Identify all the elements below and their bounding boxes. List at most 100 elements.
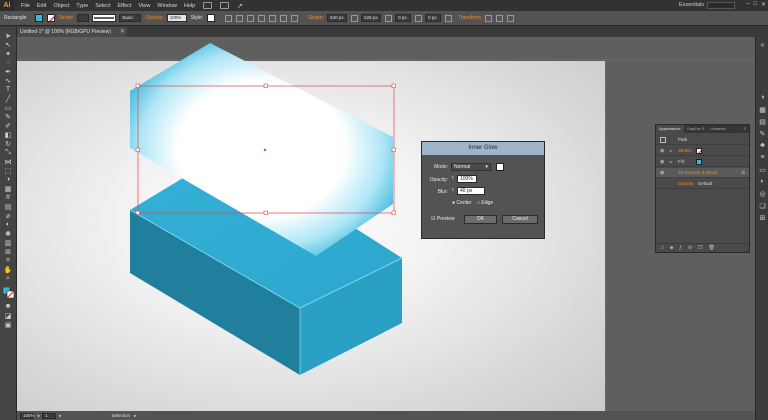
width-field[interactable]: 640 px	[327, 14, 348, 22]
send-icon[interactable]: ➚	[237, 2, 243, 10]
expand-arrow-icon[interactable]: ▸	[670, 146, 672, 156]
add-effect-icon[interactable]: ƒ	[679, 245, 682, 251]
close-document-button[interactable]: ✕	[120, 27, 125, 37]
visibility-eye-icon[interactable]: ◉	[660, 157, 664, 167]
opacity-label[interactable]: Opacity:	[145, 15, 163, 21]
lasso-tool-icon[interactable]: ◌	[3, 58, 13, 67]
menu-file[interactable]: File	[21, 3, 30, 9]
artboards-panel-icon[interactable]: ⊞	[758, 213, 767, 222]
artboard-number-field[interactable]: 1	[42, 412, 57, 419]
symbols-panel-icon[interactable]: ♣	[758, 141, 767, 150]
drawing-mode-icon[interactable]: ◪	[3, 311, 13, 320]
help-search-input[interactable]	[707, 2, 735, 9]
shaper-tool-icon[interactable]: ✐	[3, 121, 13, 130]
swatches-panel-icon[interactable]: ▤	[758, 117, 767, 126]
minimize-button[interactable]: –	[746, 1, 749, 8]
scale-tool-icon[interactable]: ⤡	[3, 148, 13, 157]
menu-type[interactable]: Type	[76, 3, 88, 9]
panel-menu-icon[interactable]	[506, 14, 514, 22]
stroke-label[interactable]: Stroke:	[678, 146, 692, 156]
type-tool-icon[interactable]: T	[3, 85, 13, 94]
workspace-switcher[interactable]: Essentials	[679, 2, 704, 8]
fill-stroke-icon[interactable]	[3, 287, 14, 298]
clear-appearance-icon[interactable]: ⊘	[688, 245, 692, 251]
selection-tool-icon[interactable]: ➤	[3, 31, 13, 40]
glow-color-swatch[interactable]	[496, 163, 504, 171]
perspective-grid-tool-icon[interactable]: ▦	[3, 184, 13, 193]
stroke-profile-field[interactable]	[92, 14, 117, 22]
align-center-icon[interactable]	[247, 14, 255, 22]
height-field[interactable]: 526 px	[361, 14, 382, 22]
ok-button[interactable]: OK	[464, 215, 497, 224]
fill-swatch[interactable]	[34, 14, 43, 22]
gradient-panel-icon[interactable]: ▭	[758, 165, 767, 174]
gradient-tool-icon[interactable]: ▤	[3, 202, 13, 211]
opacity-field[interactable]: 100%	[166, 14, 187, 22]
opacity-stepper-icon[interactable]: ⇕	[451, 175, 455, 183]
center-radio[interactable]: ● Center	[452, 200, 471, 206]
visibility-eye-icon[interactable]: ◉	[660, 146, 664, 156]
align-middle-icon[interactable]	[280, 14, 288, 22]
opacity-label[interactable]: Opacity:	[678, 179, 695, 189]
line-tool-icon[interactable]: ╱	[3, 94, 13, 103]
brush-style-field[interactable]: Basic	[119, 14, 142, 22]
align-right-icon[interactable]	[258, 14, 266, 22]
menu-window[interactable]: Window	[157, 3, 177, 9]
cancel-button[interactable]: Cancel	[502, 215, 538, 224]
appearance-panel-icon[interactable]: ◎	[758, 189, 767, 198]
opacity-input[interactable]: 100%	[457, 175, 477, 183]
isolate-object-icon[interactable]	[495, 14, 503, 22]
menu-edit[interactable]: Edit	[37, 3, 46, 9]
shape-label[interactable]: Shape:	[308, 15, 324, 21]
rectangle-tool-icon[interactable]: ▭	[3, 103, 13, 112]
panel-menu-icon[interactable]: ≡	[744, 125, 749, 133]
x-field[interactable]: 0 px	[395, 14, 412, 22]
corner-type-icon[interactable]	[385, 14, 393, 22]
appearance-opacity-row[interactable]: Opacity: Default	[656, 179, 749, 189]
blend-tool-icon[interactable]: ◐	[3, 220, 13, 229]
zoom-tool-icon[interactable]: ⌕	[3, 274, 13, 283]
close-window-button[interactable]: ✕	[761, 1, 766, 8]
stroke-weight-field[interactable]	[77, 14, 90, 22]
curvature-tool-icon[interactable]: ∿	[3, 76, 13, 85]
column-graph-tool-icon[interactable]: ▥	[3, 238, 13, 247]
menu-view[interactable]: View	[138, 3, 150, 9]
scale-corners-icon[interactable]	[445, 14, 453, 22]
arrange-documents-icon[interactable]	[220, 2, 230, 9]
shape-builder-tool-icon[interactable]: ◑	[3, 175, 13, 184]
appearance-effect-row[interactable]: ◉ 3D Extrude & Bevel fx	[656, 168, 749, 178]
blend-mode-select[interactable]: Normal ▾	[451, 163, 491, 171]
paintbrush-tool-icon[interactable]: ✎	[3, 112, 13, 121]
bridge-icon[interactable]	[203, 2, 213, 9]
artwork[interactable]	[17, 37, 755, 411]
stroke-panel-icon[interactable]: ≡	[758, 153, 767, 162]
free-transform-tool-icon[interactable]: ⬚	[3, 166, 13, 175]
magic-wand-tool-icon[interactable]: ✦	[3, 49, 13, 58]
tab-libraries[interactable]: Libraries	[707, 125, 728, 133]
blur-stepper-icon[interactable]: ⇕	[451, 187, 455, 195]
corner-radius-icon[interactable]	[415, 14, 423, 22]
stroke-none-swatch[interactable]	[696, 148, 702, 154]
current-tool-status[interactable]: Selection	[112, 413, 131, 418]
appearance-stroke-row[interactable]: ◉ ▸ Stroke:	[656, 146, 749, 156]
width-tool-icon[interactable]: ⋈	[3, 157, 13, 166]
delete-item-icon[interactable]: 🗑	[709, 245, 715, 251]
zoom-field[interactable]: 100%	[20, 412, 35, 419]
link-proportions-icon[interactable]	[351, 14, 359, 22]
stroke-swatch[interactable]	[46, 14, 55, 22]
screen-mode-icon[interactable]: ▣	[3, 320, 13, 329]
color-mode-icon[interactable]: ■	[3, 302, 13, 311]
maximize-button[interactable]: □	[753, 1, 757, 8]
expand-arrow-icon[interactable]: ▸	[670, 157, 672, 167]
add-stroke-icon[interactable]: □	[661, 245, 664, 251]
recolor-icon[interactable]	[225, 14, 233, 22]
layers-panel-icon[interactable]: ❏	[758, 201, 767, 210]
duplicate-item-icon[interactable]: ❐	[698, 245, 702, 251]
color-panel-icon[interactable]: ◑	[758, 93, 767, 102]
fill-label[interactable]: Fill:	[678, 157, 685, 167]
menu-select[interactable]: Select	[95, 3, 110, 9]
menu-object[interactable]: Object	[53, 3, 69, 9]
brushes-panel-icon[interactable]: ✎	[758, 129, 767, 138]
document-tab[interactable]: Untitled-1* @ 100% (RGB/GPU Preview) ✕	[17, 27, 127, 37]
y-field[interactable]: 0 px	[425, 14, 442, 22]
